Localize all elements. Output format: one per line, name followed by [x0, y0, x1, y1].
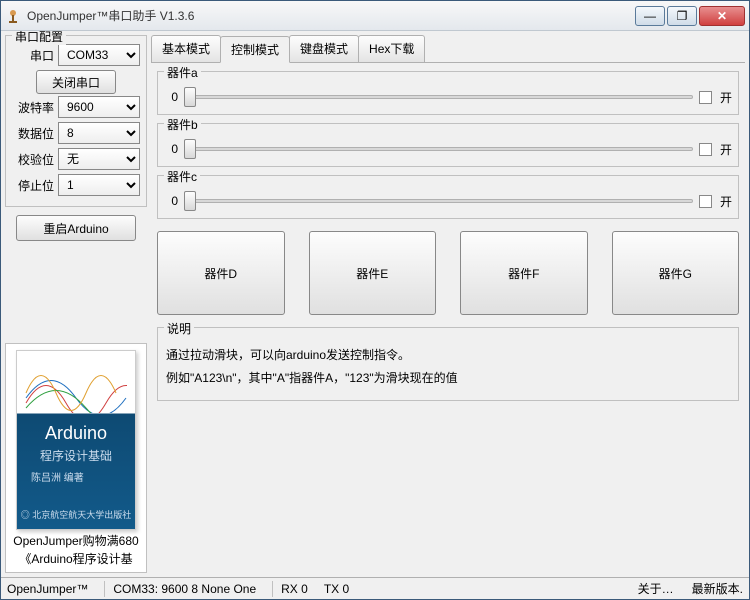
checkbox-a-label: 开: [720, 89, 732, 106]
port-label: 串口: [12, 47, 54, 64]
port-select[interactable]: COM33: [58, 44, 140, 66]
tab-page-control: 器件a 0 开 器件b 0 开: [151, 63, 745, 573]
tab-basic[interactable]: 基本模式: [151, 35, 221, 62]
slider-a[interactable]: [184, 86, 693, 108]
status-rx: RX 0: [272, 581, 308, 597]
stopbits-label: 停止位: [12, 177, 54, 194]
maximize-icon: ❐: [677, 9, 688, 23]
parity-label: 校验位: [12, 151, 54, 168]
book-title: Arduino: [17, 423, 135, 444]
titlebar: OpenJumper™串口助手 V1.3.6 — ❐ ✕: [1, 1, 749, 31]
slider-group-c: 器件c 0 开: [157, 175, 739, 219]
maximize-button[interactable]: ❐: [667, 6, 697, 26]
close-icon: ✕: [717, 9, 727, 23]
description-line1: 通过拉动滑块，可以向arduino发送控制指令。: [166, 346, 730, 365]
tab-keyboard[interactable]: 键盘模式: [289, 35, 359, 62]
app-window: OpenJumper™串口助手 V1.3.6 — ❐ ✕ 串口配置 串口 COM…: [0, 0, 750, 600]
slider-b-value: 0: [164, 142, 178, 156]
slider-a-title: 器件a: [164, 64, 201, 81]
window-controls: — ❐ ✕: [635, 6, 745, 26]
tab-strip: 基本模式 控制模式 键盘模式 Hex下载: [151, 35, 745, 63]
latest-version-link[interactable]: 最新版本.: [692, 580, 743, 597]
serial-config-group: 串口配置 串口 COM33 关闭串口 波特率 9600 数据位 8 校验位 无: [5, 35, 147, 207]
promo-line2: 《Arduino程序设计基: [19, 550, 132, 568]
sidebar: 串口配置 串口 COM33 关闭串口 波特率 9600 数据位 8 校验位 无: [5, 35, 147, 573]
restart-arduino-button[interactable]: 重启Arduino: [16, 215, 136, 241]
stopbits-select[interactable]: 1: [58, 174, 140, 196]
checkbox-c-label: 开: [720, 193, 732, 210]
checkbox-c[interactable]: [699, 195, 712, 208]
description-line2: 例如"A123\n"，其中"A"指器件A，"123"为滑块现在的值: [166, 369, 730, 388]
slider-a-thumb[interactable]: [184, 87, 196, 107]
slider-b-thumb[interactable]: [184, 139, 196, 159]
close-port-button[interactable]: 关闭串口: [36, 70, 116, 94]
slider-c-value: 0: [164, 194, 178, 208]
component-e-button[interactable]: 器件E: [309, 231, 437, 315]
main-panel: 基本模式 控制模式 键盘模式 Hex下载 器件a 0 开 器件b: [151, 35, 745, 573]
book-publisher: ◎ 北京航空航天大学出版社: [17, 508, 135, 521]
slider-a-value: 0: [164, 90, 178, 104]
component-f-button[interactable]: 器件F: [460, 231, 588, 315]
content-area: 串口配置 串口 COM33 关闭串口 波特率 9600 数据位 8 校验位 无: [1, 31, 749, 577]
checkbox-b[interactable]: [699, 143, 712, 156]
close-button[interactable]: ✕: [699, 6, 745, 26]
window-title: OpenJumper™串口助手 V1.3.6: [27, 7, 635, 24]
statusbar: OpenJumper™ COM33: 9600 8 None One RX 0 …: [1, 577, 749, 599]
book-promo[interactable]: Arduino 程序设计基础 陈吕洲 编著 ◎ 北京航空航天大学出版社 Open…: [5, 343, 147, 573]
minimize-button[interactable]: —: [635, 6, 665, 26]
checkbox-b-label: 开: [720, 141, 732, 158]
app-icon: [5, 8, 21, 24]
description-title: 说明: [164, 320, 194, 337]
databits-select[interactable]: 8: [58, 122, 140, 144]
baud-select[interactable]: 9600: [58, 96, 140, 118]
slider-b[interactable]: [184, 138, 693, 160]
checkbox-a[interactable]: [699, 91, 712, 104]
component-d-button[interactable]: 器件D: [157, 231, 285, 315]
promo-line1: OpenJumper购物满680: [13, 532, 138, 550]
tab-control[interactable]: 控制模式: [220, 36, 290, 63]
baud-label: 波特率: [12, 99, 54, 116]
book-subtitle: 程序设计基础: [17, 447, 135, 464]
slider-group-b: 器件b 0 开: [157, 123, 739, 167]
minimize-icon: —: [644, 9, 656, 23]
component-buttons: 器件D 器件E 器件F 器件G: [157, 231, 739, 315]
tab-hex[interactable]: Hex下载: [358, 35, 425, 62]
description-group: 说明 通过拉动滑块，可以向arduino发送控制指令。 例如"A123\n"，其…: [157, 327, 739, 401]
slider-c-thumb[interactable]: [184, 191, 196, 211]
about-link[interactable]: 关于…: [638, 580, 674, 597]
status-tx: TX 0: [324, 582, 349, 596]
book-art-icon: [25, 363, 127, 413]
status-brand: OpenJumper™: [7, 582, 88, 596]
databits-label: 数据位: [12, 125, 54, 142]
slider-c-title: 器件c: [164, 168, 200, 185]
serial-config-title: 串口配置: [12, 31, 66, 45]
slider-c[interactable]: [184, 190, 693, 212]
component-g-button[interactable]: 器件G: [612, 231, 740, 315]
slider-group-a: 器件a 0 开: [157, 71, 739, 115]
status-connection: COM33: 9600 8 None One: [104, 581, 256, 597]
book-cover: Arduino 程序设计基础 陈吕洲 编著 ◎ 北京航空航天大学出版社: [16, 350, 136, 530]
parity-select[interactable]: 无: [58, 148, 140, 170]
book-author: 陈吕洲 编著: [31, 469, 84, 484]
slider-b-title: 器件b: [164, 116, 201, 133]
